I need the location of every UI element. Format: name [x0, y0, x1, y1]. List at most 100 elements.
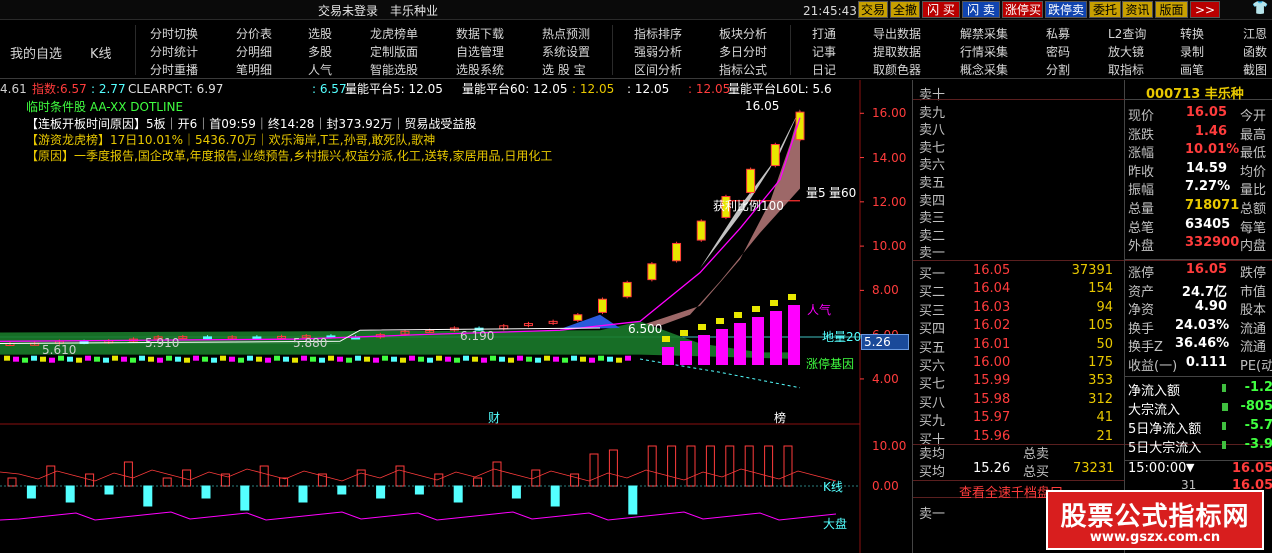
toolbar-item-6-2[interactable]: 区间分析: [634, 61, 682, 78]
liang60-label: 量60: [829, 186, 857, 200]
toolbar-item-0-2[interactable]: 分时重播: [150, 61, 198, 78]
user-icon[interactable]: 👕: [1252, 1, 1268, 16]
toolbar-item-12-0[interactable]: L2查询: [1108, 25, 1146, 42]
toolbar-item-9-0[interactable]: 导出数据: [873, 25, 921, 42]
toolbar-item-1-0[interactable]: 分价表: [236, 25, 272, 42]
toolbar-item-12-1[interactable]: 放大镜: [1108, 43, 1144, 60]
sub-bar: [511, 485, 521, 499]
signal-block: [310, 356, 316, 362]
signal-block: [148, 356, 154, 362]
stat2-value: 0.111: [1185, 355, 1227, 370]
bid-price: 16.02: [973, 318, 1011, 334]
toolbar-item-13-0[interactable]: 转换: [1180, 25, 1204, 42]
sub-bar: [570, 473, 580, 487]
toolbar-item-5-0[interactable]: 热点预测: [542, 25, 590, 42]
toolbar-item-8-2[interactable]: 日记: [812, 61, 836, 78]
toolbar-item-6-1[interactable]: 强弱分析: [634, 43, 682, 60]
toolbar-my-watchlist[interactable]: 我的自选: [10, 43, 62, 62]
profit-area: [640, 108, 800, 326]
indicator-name: 临时条件股 AA-XX DOTLINE: [26, 100, 184, 114]
quick-button-6[interactable]: 委托: [1089, 1, 1121, 18]
toolbar-item-7-1[interactable]: 多日分时: [719, 43, 767, 60]
stat-label-2: 均价: [1240, 164, 1267, 180]
title-bar: 交易未登录 丰乐种业 21:45:43 周五 交易全撤闪 买闪 卖涨停买跌停卖委…: [0, 0, 1272, 20]
toolbar-item-14-1[interactable]: 函数: [1243, 43, 1267, 60]
toolbar-item-3-1[interactable]: 定制版面: [370, 43, 418, 60]
y-tick-label: 10.00: [872, 239, 907, 254]
toolbar-item-6-0[interactable]: 指标排序: [634, 25, 682, 42]
renqi-label: 人气: [807, 303, 832, 317]
bid-price: 15.99: [973, 373, 1011, 389]
toolbar-item-4-2[interactable]: 选股系统: [456, 61, 504, 78]
toolbar-item-13-2[interactable]: 画笔: [1180, 61, 1204, 78]
toolbar-kline[interactable]: K线: [90, 43, 112, 62]
header-value-2: : 2.77: [91, 82, 126, 96]
toolbar-item-1-2[interactable]: 笔明细: [236, 61, 272, 78]
stat2-value: 4.90: [1194, 299, 1227, 315]
kline-chart[interactable]: 4.61 指数: 6.57 : 2.77 CLEARPCT: 6.97 : 6.…: [0, 80, 910, 553]
bid-price: 16.00: [973, 355, 1011, 370]
toolbar-item-5-2[interactable]: 选 股 宝: [542, 61, 586, 78]
sub-bar: [356, 469, 366, 487]
toolbar-item-7-0[interactable]: 板块分析: [719, 25, 767, 42]
stat-label: 外盘: [1128, 239, 1155, 255]
quick-button-3[interactable]: 闪 卖: [962, 1, 1000, 18]
signal-block: [616, 357, 622, 363]
stat-value: 14.59: [1185, 160, 1227, 176]
stock-code-name[interactable]: 000713 丰乐种: [1146, 83, 1244, 102]
toolbar-item-10-0[interactable]: 解禁采集: [960, 25, 1008, 42]
toolbar-item-9-1[interactable]: 提取数据: [873, 43, 921, 60]
quick-button-1[interactable]: 全撤: [890, 1, 920, 18]
header-ln6: : 12.05: [688, 82, 731, 96]
signal-block: [427, 357, 433, 363]
toolbar-item-7-2[interactable]: 指标公式: [719, 61, 767, 78]
toolbar-item-10-1[interactable]: 行情采集: [960, 43, 1008, 60]
quick-button-5[interactable]: 跌停卖: [1045, 1, 1087, 18]
toolbar-item-11-2[interactable]: 分割: [1046, 61, 1070, 78]
toolbar-item-2-2[interactable]: 人气: [308, 61, 332, 78]
signal-block: [337, 356, 343, 362]
toolbar-item-0-1[interactable]: 分时统计: [150, 43, 198, 60]
tick-dropdown-icon[interactable]: ▼: [1186, 461, 1194, 474]
toolbar-separator: [135, 25, 136, 75]
toolbar-item-3-0[interactable]: 龙虎榜单: [370, 25, 418, 42]
toolbar-item-0-0[interactable]: 分时切换: [150, 25, 198, 42]
sub-bar: [608, 449, 618, 487]
toolbar-item-9-2[interactable]: 取颜色器: [873, 61, 921, 78]
signal-block: [247, 355, 253, 361]
toolbar-item-2-1[interactable]: 多股: [308, 43, 332, 60]
cai-marker[interactable]: 财: [488, 411, 500, 425]
bang-marker[interactable]: 榜: [774, 411, 786, 425]
toolbar-item-8-0[interactable]: 打通: [812, 25, 836, 42]
toolbar-item-14-2[interactable]: 截图: [1243, 61, 1267, 78]
sub-bar: [647, 445, 657, 487]
sub-bar: [550, 485, 560, 507]
toolbar-item-5-1[interactable]: 系统设置: [542, 43, 590, 60]
toolbar-item-11-0[interactable]: 私募: [1046, 25, 1070, 42]
signal-block: [535, 357, 541, 363]
toolbar-item-3-2[interactable]: 智能选股: [370, 61, 418, 78]
quick-button-9[interactable]: >>: [1190, 1, 1220, 18]
toolbar-item-13-1[interactable]: 录制: [1180, 43, 1204, 60]
toolbar-item-8-1[interactable]: 记事: [812, 43, 836, 60]
toolbar-item-11-1[interactable]: 密码: [1046, 43, 1070, 60]
toolbar-item-14-0[interactable]: 江恩: [1243, 25, 1267, 42]
stat-label: 总笔: [1128, 220, 1155, 236]
toolbar-item-2-0[interactable]: 选股: [308, 25, 332, 42]
header-value-1: 4.61: [0, 82, 27, 96]
stat-label-2: 最高: [1240, 127, 1267, 143]
quick-button-4[interactable]: 涨停买: [1002, 1, 1043, 18]
quick-button-8[interactable]: 版面: [1155, 1, 1188, 18]
toolbar-item-4-0[interactable]: 数据下载: [456, 25, 504, 42]
signal-block: [436, 355, 442, 361]
quick-button-7[interactable]: 资讯: [1122, 1, 1153, 18]
quick-button-2[interactable]: 闪 买: [922, 1, 960, 18]
toolbar-item-10-2[interactable]: 概念采集: [960, 61, 1008, 78]
toolbar-item-4-1[interactable]: 自选管理: [456, 43, 504, 60]
quick-button-0[interactable]: 交易: [858, 1, 888, 18]
toolbar-item-1-1[interactable]: 分明细: [236, 43, 272, 60]
tick-price-1: 16.05: [1232, 461, 1272, 476]
signal-block: [85, 355, 91, 361]
toolbar-item-12-2[interactable]: 取指标: [1108, 61, 1144, 78]
stat-label: 现价: [1128, 109, 1155, 124]
